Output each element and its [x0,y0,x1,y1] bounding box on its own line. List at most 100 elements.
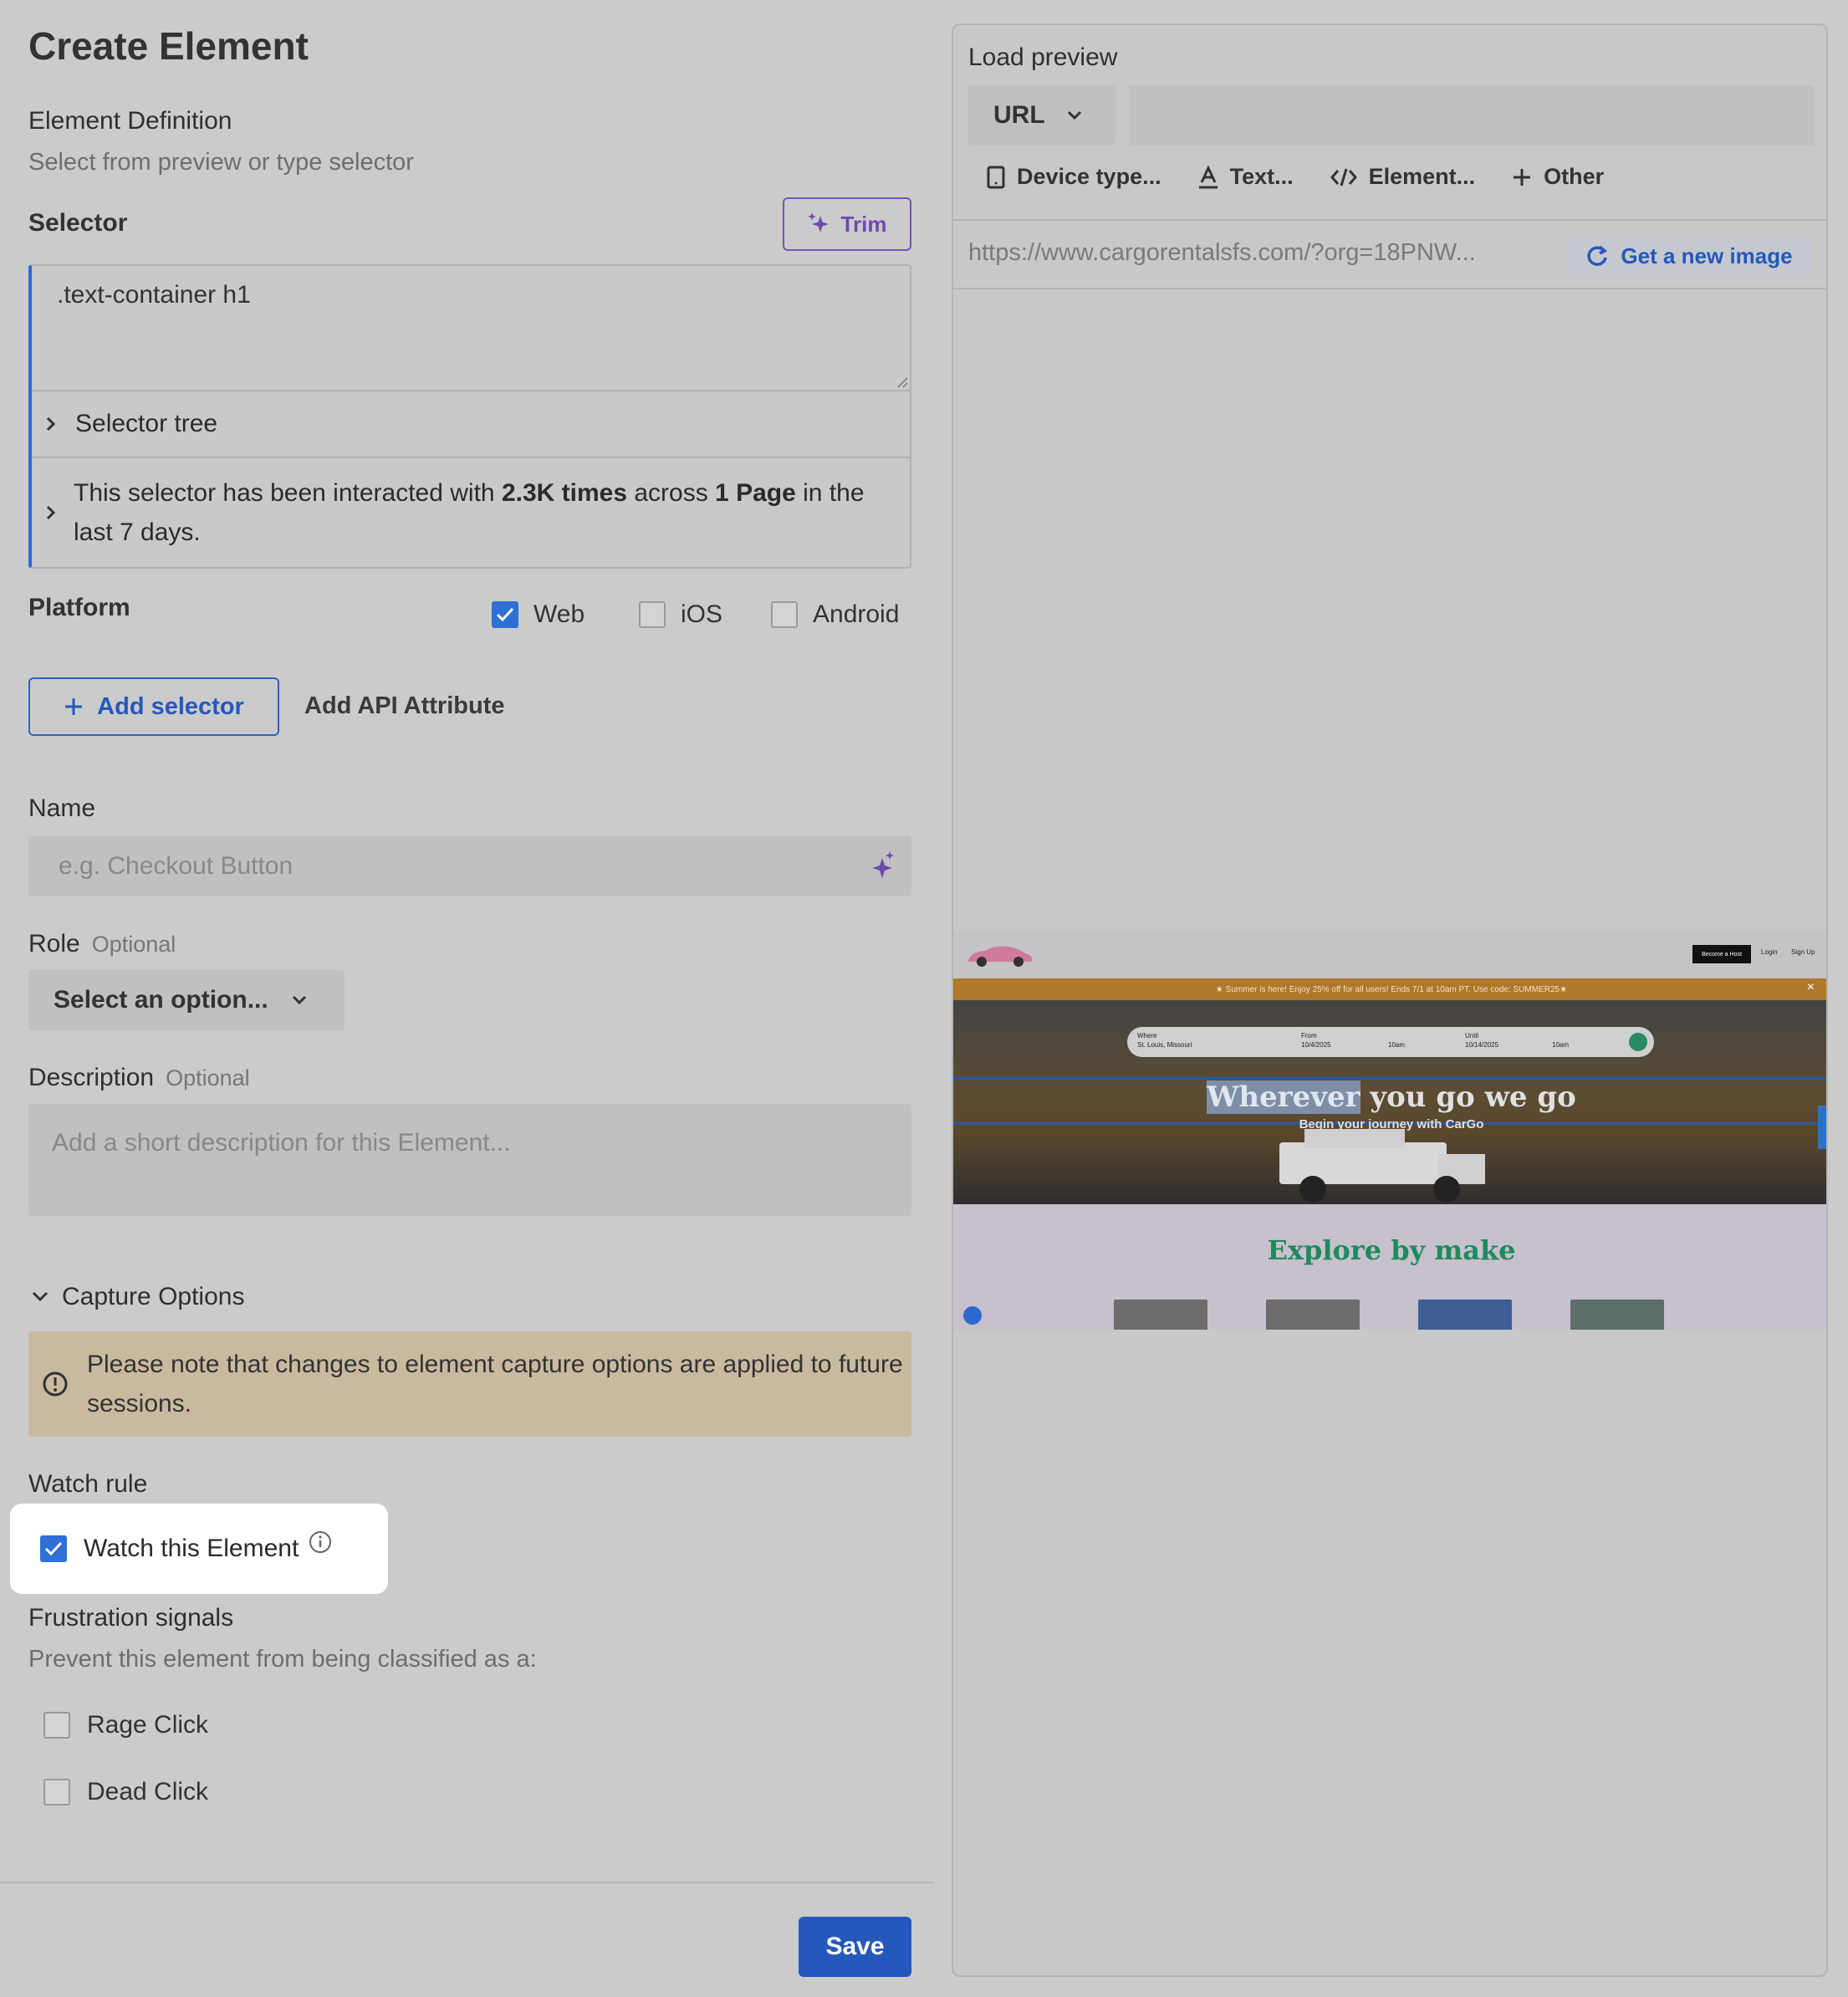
add-selector-button[interactable]: Add selector [28,677,279,736]
device-icon [987,166,1005,188]
alert-circle-icon [43,1371,68,1397]
description-input[interactable]: Add a short description for this Element… [28,1104,911,1216]
role-label: Role Optional [28,930,176,958]
description-label: Description Optional [28,1064,250,1091]
hero-title: Wherever you go we go [1207,1080,1576,1114]
divider [953,288,1826,289]
chevron-down-icon [32,1291,48,1302]
platform-android[interactable]: Android [771,600,899,629]
element-button[interactable]: Element... [1330,164,1475,190]
selector-stats-text: This selector has been interacted with 2… [74,479,865,546]
frustration-label: Frustration signals [28,1604,234,1632]
text-icon [1198,165,1218,188]
platform-android-label: Android [813,600,900,628]
promo-banner: ★ Summer is here! Enjoy 25% off for all … [953,978,1826,1000]
page-title: Create Element [28,24,309,68]
plus-icon [65,698,83,715]
rage-click-label: Rage Click [87,1711,209,1739]
text-button[interactable]: Text... [1198,164,1294,190]
platform-ios-label: iOS [681,600,723,628]
become-host-button[interactable]: Become a Host [1692,945,1751,963]
platform-web[interactable]: Web [492,600,585,629]
divider [953,219,1826,221]
website-preview[interactable]: Become a Host Login Sign Up ★ Summer is … [953,930,1826,1330]
chevron-right-icon [46,416,56,432]
selector-input[interactable]: .text-container h1 [57,281,251,309]
checkbox-icon[interactable] [43,1712,70,1739]
element-definition-hint: Select from preview or type selector [28,149,414,176]
get-new-image-button[interactable]: Get a new image [1567,236,1811,276]
make-thumbnail[interactable] [1266,1300,1360,1330]
chat-icon[interactable] [963,1306,982,1325]
make-thumbnail[interactable] [1418,1300,1512,1330]
frustration-hint: Prevent this element from being classifi… [28,1646,537,1673]
sparkle-icon [807,212,829,232]
dead-click-option[interactable]: Dead Click [43,1778,208,1806]
chevron-right-icon [46,505,56,520]
capture-options-label: Capture Options [62,1283,245,1310]
plus-icon [1514,168,1531,186]
capture-notice-text: Please note that changes to element capt… [87,1351,903,1417]
close-icon[interactable]: × [1807,980,1815,995]
capture-options-toggle[interactable]: Capture Options [32,1283,244,1311]
name-input[interactable]: e.g. Checkout Button [28,836,911,896]
device-type-button[interactable]: Device type... [987,164,1161,190]
checkbox-icon[interactable] [639,601,666,628]
site-header: Become a Host Login Sign Up [953,930,1826,978]
info-icon[interactable] [309,1530,332,1554]
add-selector-label: Add selector [97,692,244,720]
login-link[interactable]: Login [1761,948,1778,956]
jeep-image [1279,1129,1485,1203]
watch-element-checkbox[interactable]: Watch this Element [10,1504,388,1594]
search-icon[interactable] [1629,1033,1647,1051]
preview-panel: Load preview URL Device type... Text... … [952,23,1828,1977]
resize-handle-icon[interactable] [895,375,908,388]
make-thumbnail[interactable] [1114,1300,1207,1330]
save-button[interactable]: Save [799,1917,911,1977]
watch-rule-label: Watch rule [28,1470,148,1498]
refresh-icon [1587,245,1608,266]
site-search-bar[interactable]: Where St. Louis, Missouri From 10/4/2025… [1127,1027,1654,1057]
preview-url: https://www.cargorentalsfs.com/?org=18PN… [968,239,1476,266]
url-input[interactable] [1129,85,1815,146]
add-api-attribute-button[interactable]: Add API Attribute [304,692,505,720]
trim-button[interactable]: Trim [783,197,911,251]
element-definition-label: Element Definition [28,107,232,135]
selector-box: .text-container h1 Selector tree This se… [28,264,911,569]
trim-label: Trim [840,211,887,237]
chevron-down-icon [1067,110,1081,120]
code-icon [1330,168,1357,186]
chevron-down-icon [292,995,306,1005]
capture-notice: Please note that changes to element capt… [28,1331,911,1437]
role-value: Select an option... [54,986,268,1014]
preview-title: Load preview [968,43,1118,71]
name-label: Name [28,794,96,822]
make-thumbnail[interactable] [1570,1300,1664,1330]
checkbox-icon[interactable] [771,601,798,628]
selector-tree-toggle[interactable]: Selector tree [32,390,910,458]
role-select[interactable]: Select an option... [28,970,345,1030]
source-value: URL [993,101,1045,129]
checkbox-icon[interactable] [43,1779,70,1805]
dead-click-label: Dead Click [87,1778,209,1805]
source-select[interactable]: URL [968,85,1115,146]
platform-label: Platform [28,594,130,621]
sparkle-icon[interactable] [871,851,895,881]
name-placeholder: e.g. Checkout Button [59,852,294,880]
selector-tree-label: Selector tree [75,410,218,437]
preview-toolbar: Device type... Text... Element... Other [987,164,1604,190]
platform-ios[interactable]: iOS [639,600,722,629]
other-button[interactable]: Other [1512,164,1604,190]
footer-divider [0,1882,933,1883]
selector-stats-toggle[interactable]: This selector has been interacted with 2… [32,458,910,567]
signup-link[interactable]: Sign Up [1791,948,1815,956]
selector-label: Selector [28,209,128,237]
rage-click-option[interactable]: Rage Click [43,1711,208,1739]
car-logo-icon [968,946,1033,967]
hero-section: Where St. Louis, Missouri From 10/4/2025… [953,1000,1826,1204]
explore-title: Explore by make [1267,1234,1516,1266]
checkbox-checked-icon[interactable] [40,1535,67,1562]
highlight-line [953,1077,1826,1080]
checkbox-checked-icon[interactable] [492,601,518,628]
feedback-tab[interactable] [1818,1106,1826,1149]
